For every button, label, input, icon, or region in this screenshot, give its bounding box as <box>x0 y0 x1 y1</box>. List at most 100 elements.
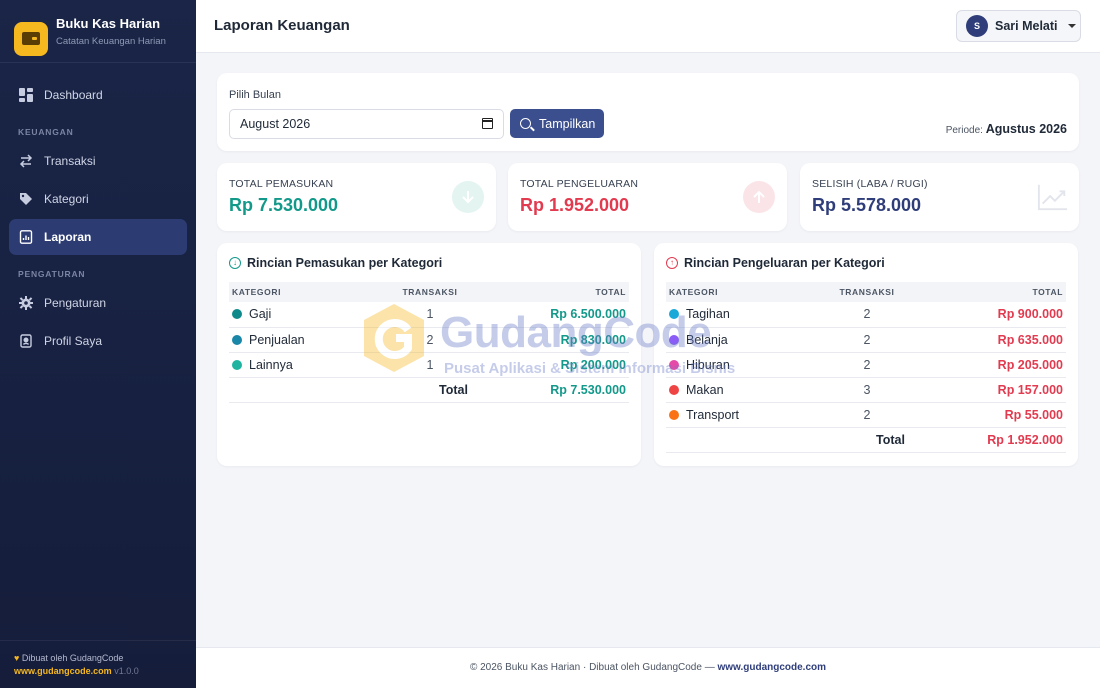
panel-title: ↓ Rincian Pemasukan per Kategori <box>229 256 442 270</box>
wallet-icon <box>14 21 48 56</box>
category-total: Rp 205.000 <box>907 352 1066 378</box>
brand-title: Buku Kas Harian <box>56 16 161 31</box>
category-total: Rp 55.000 <box>907 402 1066 428</box>
sidebar-item-kategori[interactable]: Kategori <box>9 181 187 217</box>
footer-link[interactable]: www.gudangcode.com <box>718 662 827 673</box>
sidebar-item-pengaturan[interactable]: Pengaturan <box>9 285 187 321</box>
sidebar-footer: ♥ Dibuat oleh GudangCode www.gudangcode.… <box>0 640 196 688</box>
nav-section-pengaturan: PENGATURAN <box>18 269 86 279</box>
category-name: Transport <box>686 407 740 422</box>
income-breakdown-panel: ↓ Rincian Pemasukan per Kategori KATEGOR… <box>217 243 641 466</box>
month-input[interactable]: August 2026 <box>229 109 504 139</box>
periode-label: Periode: <box>945 125 983 136</box>
page-footer: © 2026 Buku Kas Harian · Dibuat oleh Gud… <box>196 647 1100 688</box>
transaction-count: 3 <box>826 377 908 403</box>
category-total: Rp 635.000 <box>907 327 1066 353</box>
expense-breakdown-panel: ↑ Rincian Pengeluaran per Kategori KATEG… <box>654 243 1078 466</box>
filter-card: Pilih Bulan August 2026 Tampilkan Period… <box>217 73 1079 151</box>
stat-value: Rp 5.578.000 <box>812 195 922 215</box>
user-menu-button[interactable]: S Sari Melati <box>956 10 1081 42</box>
nav-section-keuangan: KEUANGAN <box>18 127 74 137</box>
table-row: Makan 3 Rp 157.000 <box>666 377 1066 403</box>
total-value: Rp 1.952.000 <box>907 427 1066 453</box>
col-header-total: TOTAL <box>470 282 629 302</box>
brand-subtitle: Catatan Keuangan Harian <box>56 36 166 47</box>
income-table: KATEGORI TRANSAKSI TOTAL Gaji 1 Rp 6.500… <box>229 282 629 403</box>
footer-text: © 2026 Buku Kas Harian · Dibuat oleh Gud… <box>469 662 715 673</box>
stat-label: TOTAL PENGELUARAN <box>520 178 639 190</box>
stat-card-expense: TOTAL PENGELUARAN Rp 1.952.000 <box>508 163 787 231</box>
sidebar-footer-link[interactable]: www.gudangcode.com <box>14 666 112 676</box>
calendar-icon[interactable] <box>482 118 493 129</box>
arrow-up-circle-icon <box>743 181 775 213</box>
caret-down-icon <box>1067 24 1076 28</box>
sidebar-item-dashboard[interactable]: Dashboard <box>9 77 187 113</box>
table-row: Gaji 1 Rp 6.500.000 <box>229 302 629 328</box>
panel-title-text: Rincian Pemasukan per Kategori <box>247 256 443 270</box>
month-value: August 2026 <box>240 117 311 131</box>
table-row: Lainnya 1 Rp 200.000 <box>229 352 629 378</box>
table-row: Transport 2 Rp 55.000 <box>666 402 1066 428</box>
category-name: Makan <box>686 382 724 397</box>
sidebar-item-laporan[interactable]: Laporan <box>9 219 187 255</box>
table-row: Penjualan 2 Rp 830.000 <box>229 327 629 353</box>
tag-icon <box>19 192 33 206</box>
transaction-count: 1 <box>389 302 471 328</box>
total-value: Rp 7.530.000 <box>470 377 629 403</box>
arrow-down-circle-icon <box>452 181 484 213</box>
total-label: Total <box>826 427 908 453</box>
table-row: Belanja 2 Rp 635.000 <box>666 327 1066 353</box>
page-title: Laporan Keuangan <box>214 17 350 34</box>
category-dot <box>669 384 679 395</box>
stat-card-income: TOTAL PEMASUKAN Rp 7.530.000 <box>217 163 496 231</box>
sidebar-item-label: Kategori <box>44 192 89 206</box>
category-dot <box>669 309 679 320</box>
col-header-transaksi: TRANSAKSI <box>389 282 471 302</box>
expense-table: KATEGORI TRANSAKSI TOTAL Tagihan 2 Rp 90… <box>666 282 1066 453</box>
category-name: Penjualan <box>249 332 305 347</box>
trend-chart-icon <box>1037 181 1069 213</box>
arrow-down-circle-icon: ↓ <box>229 257 241 269</box>
category-total: Rp 900.000 <box>907 302 1066 328</box>
category-dot <box>232 309 242 320</box>
sidebar-item-label: Profil Saya <box>44 334 103 348</box>
brand[interactable]: Buku Kas Harian Catatan Keuangan Harian <box>0 0 196 63</box>
sidebar-item-transaksi[interactable]: Transaksi <box>9 143 187 179</box>
category-dot <box>669 334 679 345</box>
top-bar: Laporan Keuangan S Sari Melati <box>196 0 1100 53</box>
arrow-up-circle-icon: ↑ <box>666 257 678 269</box>
transaction-count: 2 <box>389 327 471 353</box>
col-header-transaksi: TRANSAKSI <box>826 282 908 302</box>
heart-icon: ♥ <box>14 653 20 663</box>
arrows-exchange-icon <box>19 154 33 168</box>
periode-value: Agustus 2026 <box>985 122 1067 136</box>
show-button-label: Tampilkan <box>539 116 596 131</box>
dashboard-icon <box>19 88 33 102</box>
avatar: S <box>966 15 988 37</box>
stat-label: SELISIH (LABA / RUGI) <box>812 178 928 190</box>
stat-label: TOTAL PEMASUKAN <box>229 178 334 190</box>
col-header-kategori: KATEGORI <box>666 282 826 302</box>
category-dot <box>232 334 242 345</box>
category-total: Rp 200.000 <box>470 352 629 378</box>
sidebar-item-label: Laporan <box>44 230 92 244</box>
search-icon <box>520 118 531 129</box>
category-dot <box>232 359 242 370</box>
panel-title-text: Rincian Pengeluaran per Kategori <box>684 256 885 270</box>
col-header-total: TOTAL <box>907 282 1066 302</box>
show-button[interactable]: Tampilkan <box>510 109 604 138</box>
sidebar-nav: Dashboard KEUANGAN Transaksi Kategori La… <box>0 63 196 359</box>
stat-card-difference: SELISIH (LABA / RUGI) Rp 5.578.000 <box>800 163 1079 231</box>
transaction-count: 2 <box>826 302 908 328</box>
category-name: Tagihan <box>686 307 730 322</box>
report-icon <box>19 230 33 244</box>
sidebar-item-profil[interactable]: Profil Saya <box>9 323 187 359</box>
transaction-count: 2 <box>826 327 908 353</box>
category-name: Hiburan <box>686 357 730 372</box>
gear-icon <box>19 296 33 310</box>
category-total: Rp 157.000 <box>907 377 1066 403</box>
category-name: Belanja <box>686 332 728 347</box>
total-label: Total <box>389 377 471 403</box>
transaction-count: 2 <box>826 402 908 428</box>
sidebar-item-label: Dashboard <box>44 88 103 102</box>
